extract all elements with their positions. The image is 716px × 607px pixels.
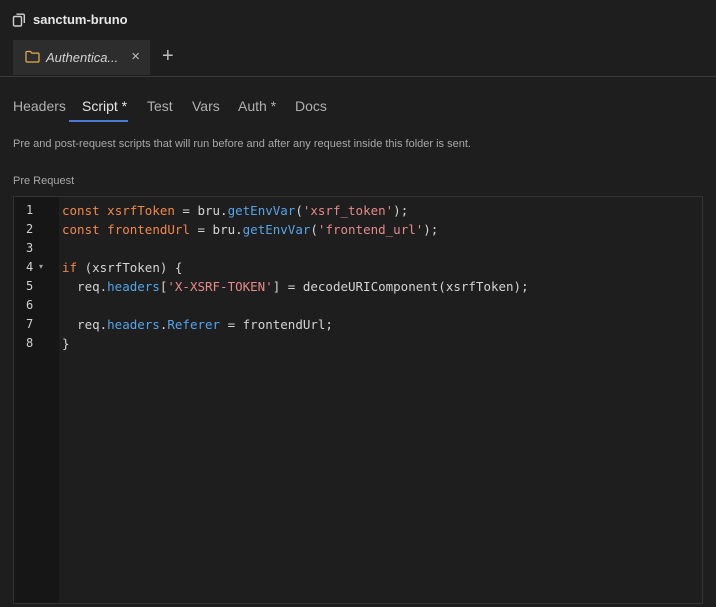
code-line: req.headers['X-XSRF-TOKEN'] = decodeURIC… bbox=[62, 279, 529, 294]
line-number-gutter: 1 2 3 4 ▾ 5 6 7 8 bbox=[14, 197, 59, 603]
tab-bar: Authentica... × + bbox=[0, 40, 716, 77]
code-content[interactable]: const xsrfToken = bru.getEnvVar('xsrf_to… bbox=[62, 197, 702, 603]
active-tab-indicator bbox=[69, 120, 128, 122]
tab-authentication[interactable]: Authentica... × bbox=[13, 40, 150, 75]
fold-chevron-icon[interactable]: ▾ bbox=[39, 262, 43, 271]
script-description: Pre and post-request scripts that will r… bbox=[13, 138, 471, 150]
line-number: 3 bbox=[26, 241, 34, 255]
close-icon[interactable]: × bbox=[131, 48, 140, 65]
code-line: } bbox=[62, 336, 70, 351]
line-number: 2 bbox=[26, 222, 34, 236]
tab-headers[interactable]: Headers bbox=[13, 98, 66, 114]
code-line: req.headers.Referer = frontendUrl; bbox=[62, 317, 333, 332]
tab-test[interactable]: Test bbox=[147, 98, 173, 114]
code-editor[interactable]: 1 2 3 4 ▾ 5 6 7 8 const xsrfToken = bru.… bbox=[13, 196, 703, 604]
tab-script[interactable]: Script * bbox=[82, 98, 127, 114]
line-number: 1 bbox=[26, 203, 34, 217]
title-bar: sanctum-bruno bbox=[0, 0, 716, 40]
line-number: 8 bbox=[26, 336, 34, 350]
line-number: 7 bbox=[26, 317, 34, 331]
code-line: const xsrfToken = bru.getEnvVar('xsrf_to… bbox=[62, 203, 409, 218]
line-number: 5 bbox=[26, 279, 34, 293]
tab-vars[interactable]: Vars bbox=[192, 98, 220, 114]
folder-icon bbox=[25, 50, 40, 63]
collection-title: sanctum-bruno bbox=[33, 12, 128, 27]
line-number: 4 bbox=[26, 260, 34, 274]
tab-docs[interactable]: Docs bbox=[295, 98, 327, 114]
copy-icon bbox=[12, 13, 25, 27]
add-tab-button[interactable]: + bbox=[162, 46, 174, 66]
line-number: 6 bbox=[26, 298, 34, 312]
code-line: const frontendUrl = bru.getEnvVar('front… bbox=[62, 222, 439, 237]
tab-auth[interactable]: Auth * bbox=[238, 98, 276, 114]
pre-request-label: Pre Request bbox=[13, 175, 75, 187]
code-line: if (xsrfToken) { bbox=[62, 260, 183, 275]
tab-label: Authentica... bbox=[46, 50, 119, 65]
